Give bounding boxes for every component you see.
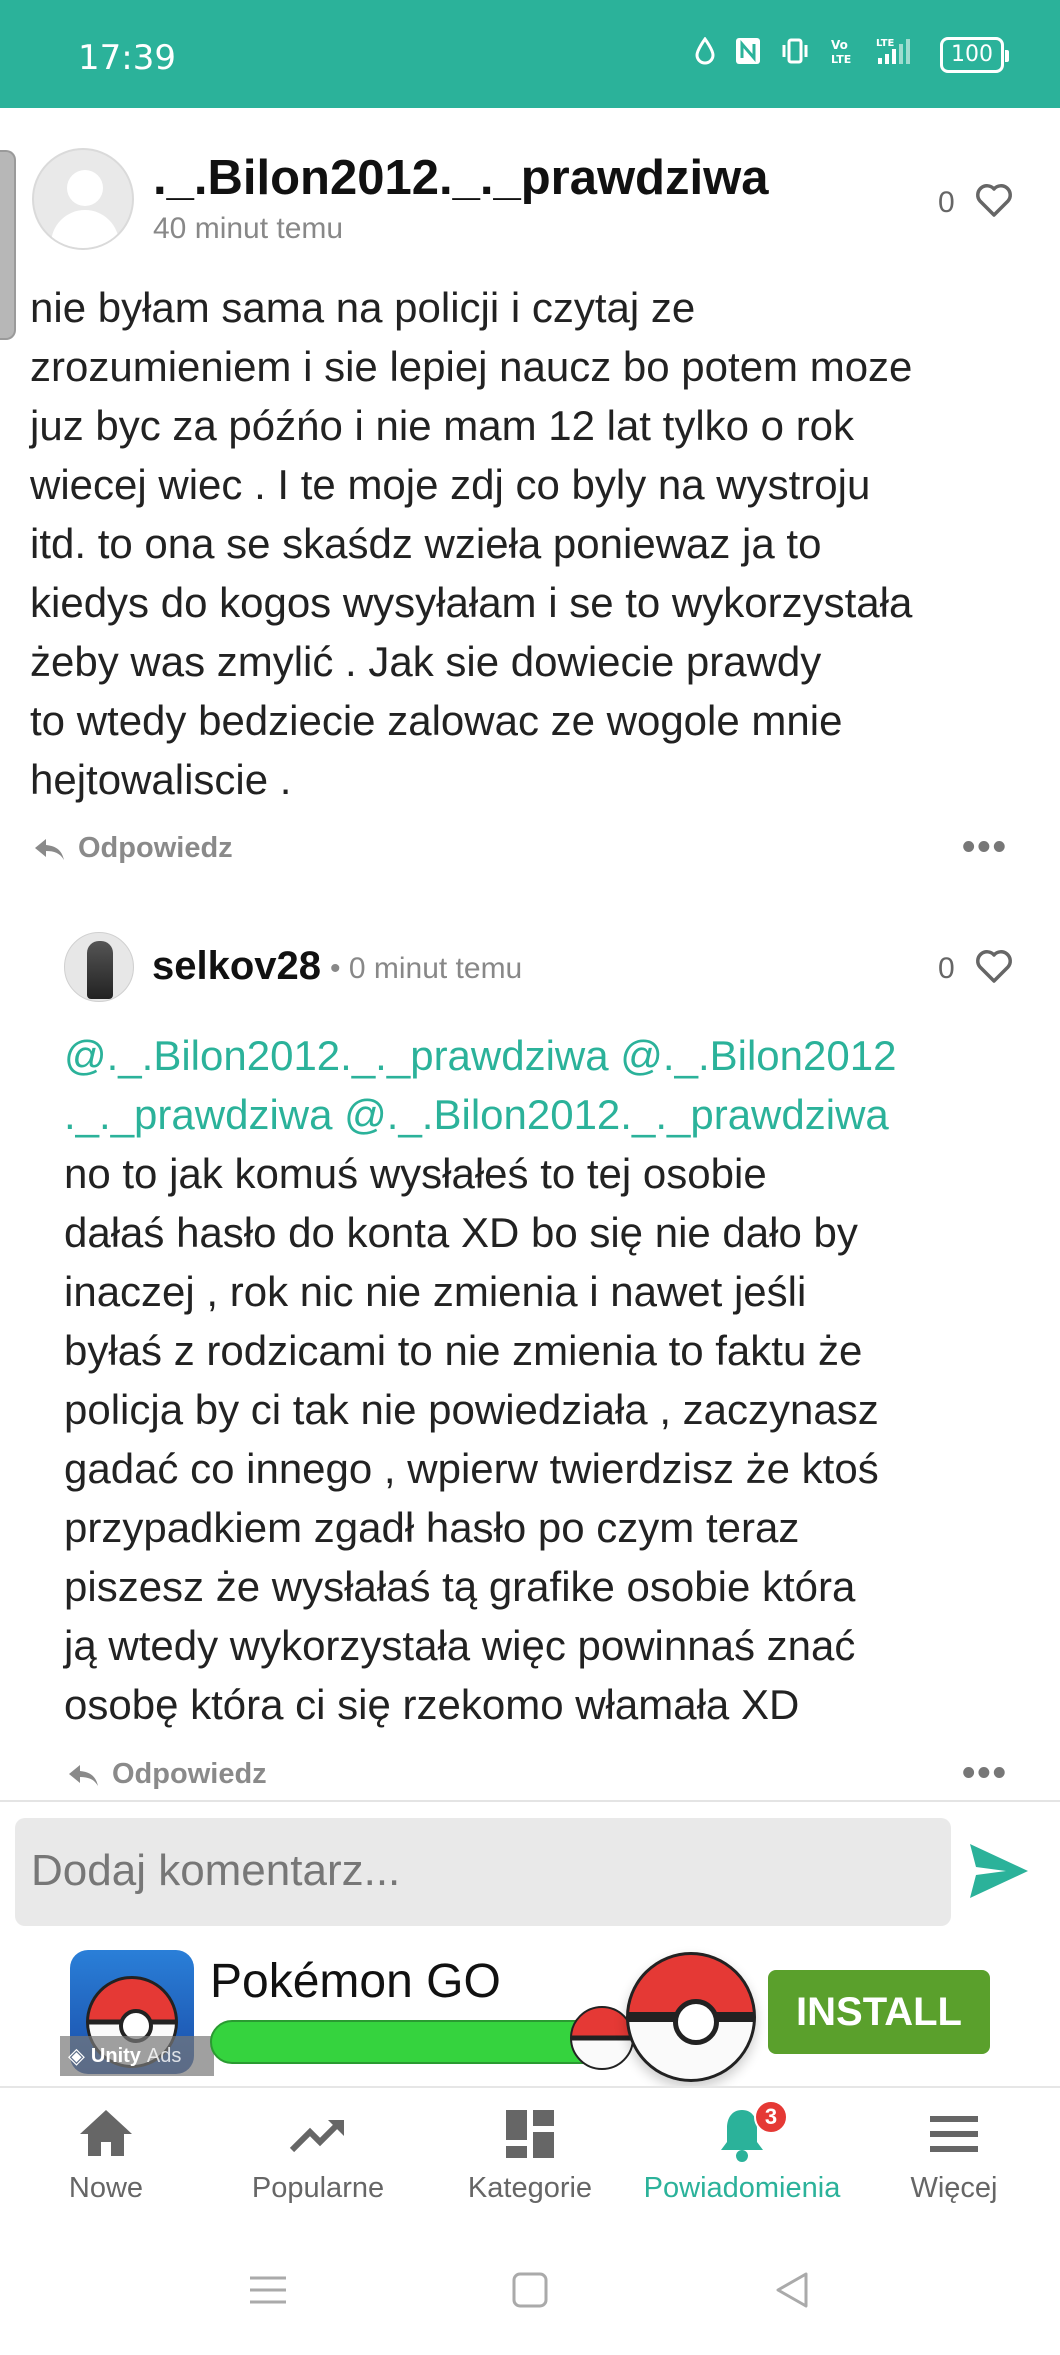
avatar[interactable] xyxy=(64,932,134,1002)
nfc-icon xyxy=(734,36,762,73)
like-count: 0 xyxy=(938,952,955,985)
comment-mentions[interactable]: @._.Bilon2012._._prawdziwa @._.Bilon2012… xyxy=(64,1026,1024,1144)
svg-text:LTE: LTE xyxy=(831,53,851,66)
more-options-icon[interactable]: ••• xyxy=(962,826,1008,869)
nav-label: Popularne xyxy=(251,2172,385,2204)
trending-icon xyxy=(289,2120,344,2153)
lte-signal-icon: LTE xyxy=(874,36,922,73)
ad-banner[interactable]: ◈ Unity Ads Pokémon GO INSTALL xyxy=(0,1940,1060,2086)
reply-icon xyxy=(35,838,64,860)
battery-indicator: 100 xyxy=(940,36,1009,73)
reply-button[interactable]: Odpowiedz xyxy=(32,832,233,865)
ad-title: Pokémon GO xyxy=(210,1955,501,2008)
unity-ads-label: ◈ Unity Ads xyxy=(60,2036,214,2076)
home-button-icon[interactable] xyxy=(508,2268,552,2312)
svg-text:Vo: Vo xyxy=(831,38,848,52)
nav-label: Więcej xyxy=(910,2172,998,2204)
nav-item-popularne[interactable]: Popularne xyxy=(212,2088,424,2236)
system-nav-bar xyxy=(0,2236,1060,2355)
bottom-nav: Nowe Popularne Kategorie 3 Powiadomienia… xyxy=(0,2086,1060,2236)
home-icon xyxy=(80,2110,132,2156)
reply-label: Odpowiedz xyxy=(78,832,233,864)
menu-icon xyxy=(930,2116,978,2152)
water-drop-icon xyxy=(694,36,716,72)
nav-label: Nowe xyxy=(68,2172,144,2204)
comment-username[interactable]: ._.Bilon2012._._prawdziwa xyxy=(153,150,768,206)
comment-body: @._.Bilon2012._._prawdziwa @._.Bilon2012… xyxy=(64,1026,1024,1734)
scroll-edge-indicator[interactable] xyxy=(0,150,16,340)
pokeball-small-icon xyxy=(570,2006,634,2070)
comment-input[interactable]: Dodaj komentarz... xyxy=(15,1818,951,1926)
avatar-figure xyxy=(87,941,113,999)
volte-icon: Vo LTE xyxy=(828,36,856,73)
comment-time: • 0 minut temu xyxy=(330,952,523,985)
divider xyxy=(0,1800,1060,1802)
categories-icon xyxy=(506,2110,554,2158)
avatar-body xyxy=(51,210,119,248)
comment-username[interactable]: selkov28 xyxy=(152,944,321,989)
nav-item-wiecej[interactable]: Więcej xyxy=(848,2088,1060,2236)
comment-text: no to jak komuś wysłałeś to tej osobie d… xyxy=(64,1150,879,1728)
notification-badge: 3 xyxy=(754,2100,788,2134)
nav-label: Kategorie xyxy=(467,2172,593,2204)
send-icon[interactable] xyxy=(966,1840,1032,1902)
status-time: 17:39 xyxy=(78,38,176,78)
recent-apps-icon[interactable] xyxy=(246,2268,290,2312)
pokeball-large-icon xyxy=(626,1952,756,2082)
unity-label: Unity xyxy=(90,2044,141,2067)
avatar[interactable] xyxy=(32,148,134,250)
unity-logo-icon: ◈ xyxy=(68,2043,85,2068)
more-options-icon[interactable]: ••• xyxy=(962,1752,1008,1795)
reply-label: Odpowiedz xyxy=(112,1758,267,1790)
nav-item-powiadomienia[interactable]: 3 Powiadomienia xyxy=(636,2088,848,2236)
status-icons: Vo LTE LTE 100 xyxy=(694,36,1009,73)
back-button-icon[interactable] xyxy=(770,2268,814,2312)
heart-icon[interactable] xyxy=(974,946,1014,986)
comment-body: nie byłam sama na policji i czytaj ze zr… xyxy=(30,284,913,803)
status-bar: 17:39 Vo LTE LTE 100 xyxy=(0,0,1060,108)
reply-icon xyxy=(69,1764,98,1786)
comment-time: 40 minut temu xyxy=(153,212,344,245)
like-count: 0 xyxy=(938,186,955,219)
reply-button[interactable]: Odpowiedz xyxy=(66,1758,267,1791)
nav-label: Powiadomienia xyxy=(643,2172,841,2204)
nav-item-kategorie[interactable]: Kategorie xyxy=(424,2088,636,2236)
ads-label: Ads xyxy=(146,2044,182,2067)
svg-text:LTE: LTE xyxy=(876,38,895,49)
avatar-head xyxy=(67,170,103,206)
install-button[interactable]: INSTALL xyxy=(768,1970,990,2054)
ad-rating-bar xyxy=(210,2020,606,2064)
heart-icon[interactable] xyxy=(974,180,1014,220)
vibrate-icon xyxy=(780,37,810,72)
nav-item-nowe[interactable]: Nowe xyxy=(0,2088,212,2236)
